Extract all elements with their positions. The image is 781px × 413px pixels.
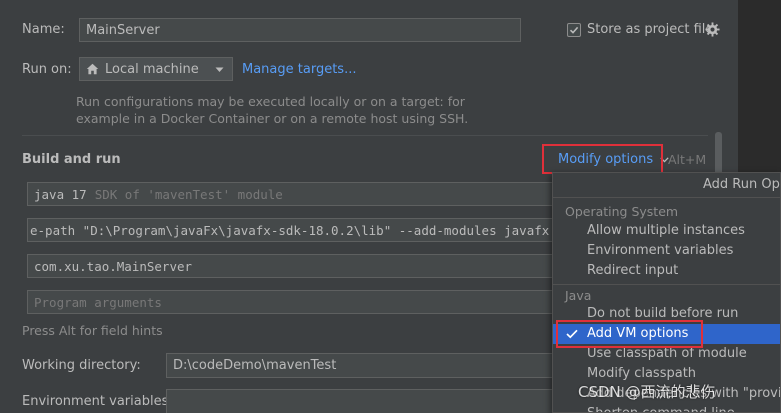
popup-divider <box>553 284 780 285</box>
program-arguments-field[interactable]: Program arguments <box>27 290 557 314</box>
add-run-options-popup: Add Run Opti Operating System Allow mult… <box>552 172 781 413</box>
run-on-hint-line-2: example in a Docker Container or on a re… <box>76 111 469 126</box>
main-class-field[interactable]: com.xu.tao.MainServer <box>27 254 557 278</box>
name-label: Name: <box>22 22 65 37</box>
menu-item-shorten-command-line[interactable]: Shorten command line <box>553 404 780 412</box>
store-as-project-file-checkbox[interactable] <box>567 23 581 37</box>
manage-targets-link[interactable]: Manage targets... <box>242 62 356 77</box>
run-on-value: Local machine <box>105 61 199 77</box>
scrollbar-thumb[interactable] <box>715 132 722 176</box>
group-header-operating-system: Operating System <box>565 204 679 219</box>
jdk-module-hint: SDK of 'mavenTest' module <box>94 186 283 202</box>
menu-item-allow-multiple-instances[interactable]: Allow multiple instances <box>553 221 780 241</box>
add-vm-options-highlight <box>556 320 703 348</box>
chevron-down-icon <box>215 67 224 72</box>
run-on-hint-line-1: Run configurations may be executed local… <box>76 94 465 109</box>
home-icon <box>86 63 99 75</box>
menu-item-environment-variables[interactable]: Environment variables <box>553 241 780 261</box>
name-field-value: MainServer <box>86 22 160 38</box>
modify-options-highlight <box>542 144 663 174</box>
watermark: CSDN @西流的悲伤 <box>578 383 716 401</box>
run-on-hint: Run configurations may be executed local… <box>76 93 476 127</box>
jdk-value: java 17 <box>34 186 87 202</box>
environment-variables-field[interactable] <box>166 389 557 413</box>
jdk-field[interactable]: java 17 SDK of 'mavenTest' module <box>27 182 557 206</box>
group-header-java: Java <box>565 288 592 303</box>
vm-options-value: e-path "D:\Program\javaFx\javafx-sdk-18.… <box>30 222 557 238</box>
menu-item-redirect-input[interactable]: Redirect input <box>553 261 780 281</box>
build-and-run-heading: Build and run <box>22 152 121 167</box>
modify-options-shortcut: Alt+M <box>668 152 707 167</box>
store-as-project-file-label[interactable]: Store as project file <box>587 22 713 37</box>
vm-options-field[interactable]: e-path "D:\Program\javaFx\javafx-sdk-18.… <box>27 218 557 242</box>
popup-title: Add Run Opti <box>553 173 780 197</box>
main-class-value: com.xu.tao.MainServer <box>34 258 193 274</box>
working-directory-field[interactable]: D:\codeDemo\mavenTest <box>166 353 557 378</box>
program-arguments-placeholder: Program arguments <box>34 294 162 310</box>
gear-icon[interactable] <box>705 22 721 38</box>
section-divider <box>22 135 708 136</box>
working-directory-value: D:\codeDemo\mavenTest <box>173 358 337 373</box>
environment-variables-label: Environment variables: <box>22 394 173 409</box>
field-hints-text: Press Alt for field hints <box>22 323 163 338</box>
working-directory-label: Working directory: <box>22 358 141 373</box>
run-on-label: Run on: <box>22 62 72 77</box>
name-field[interactable]: MainServer <box>79 18 521 42</box>
run-on-dropdown[interactable]: Local machine <box>79 57 233 81</box>
popup-divider <box>553 197 780 198</box>
checkmark-icon <box>569 26 579 34</box>
